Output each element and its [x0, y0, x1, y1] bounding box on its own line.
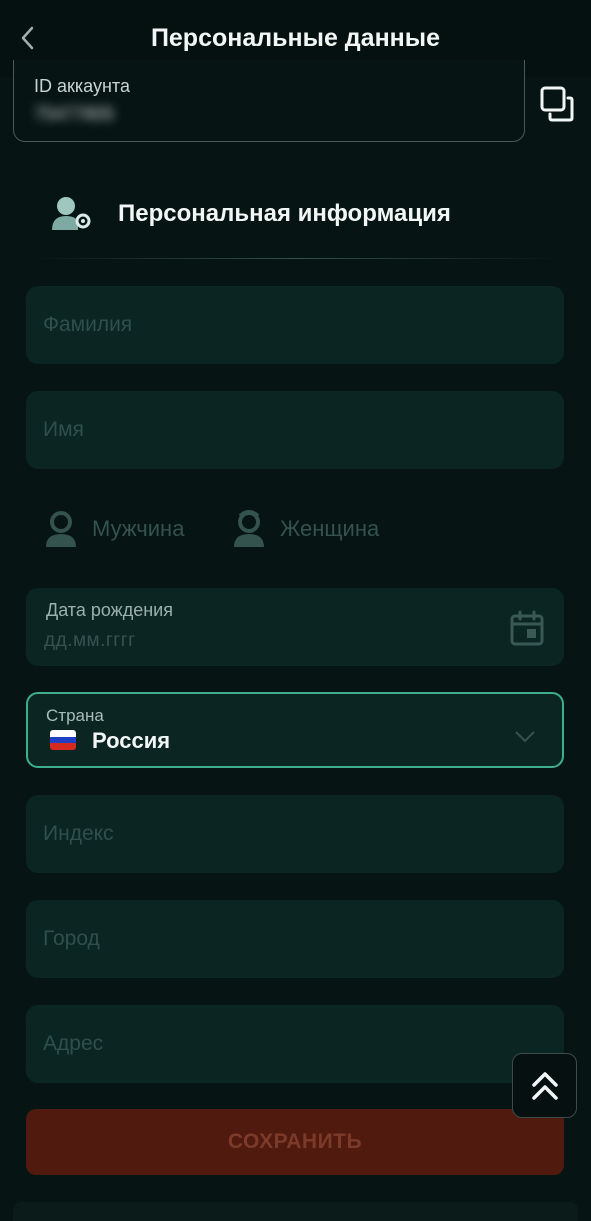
female-user-icon	[234, 510, 264, 547]
account-id-label: ID аккаунта	[34, 76, 130, 96]
page-title: Персональные данные	[150, 24, 441, 52]
account-id-value: 75477805	[34, 104, 115, 124]
city-placeholder: Город	[43, 927, 100, 950]
gender-selector: Мужчина Женщина	[44, 506, 444, 552]
gender-male-option[interactable]: Мужчина	[44, 506, 184, 552]
address-placeholder: Адрес	[43, 1032, 104, 1055]
birth-date-input[interactable]: Дата рождения дд.мм.гггг	[26, 588, 564, 666]
copy-icon	[540, 86, 574, 122]
bottom-panel	[13, 1202, 578, 1221]
surname-placeholder: Фамилия	[43, 313, 133, 336]
copy-button[interactable]	[538, 84, 578, 124]
postcode-input[interactable]: Индекс	[26, 795, 564, 873]
surname-input[interactable]: Фамилия	[26, 286, 564, 364]
city-input[interactable]: Город	[26, 900, 564, 978]
double-chevron-up-icon	[531, 1071, 558, 1100]
section-divider	[26, 258, 566, 259]
gender-female-label: Женщина	[280, 516, 380, 541]
postcode-placeholder: Индекс	[43, 822, 114, 845]
chevron-down-icon	[515, 731, 535, 743]
calendar-icon[interactable]	[510, 610, 544, 646]
name-placeholder: Имя	[43, 418, 84, 441]
gender-male-label: Мужчина	[92, 516, 185, 541]
birth-date-placeholder: дд.мм.гггг	[44, 630, 136, 651]
address-input[interactable]: Адрес	[26, 1005, 564, 1083]
country-select[interactable]: Страна Россия	[26, 692, 564, 768]
save-button[interactable]: СОХРАНИТЬ	[26, 1109, 564, 1175]
account-id-field: ID аккаунта 75477805	[13, 60, 525, 142]
country-value: Россия	[92, 728, 171, 753]
name-input[interactable]: Имя	[26, 391, 564, 469]
country-label: Страна	[46, 706, 104, 725]
personal-info-header: Персональная информация	[0, 190, 591, 240]
russia-flag-icon	[50, 730, 76, 750]
birth-date-label: Дата рождения	[46, 600, 173, 620]
gender-female-option[interactable]: Женщина	[232, 506, 379, 552]
scroll-to-top-button[interactable]	[512, 1053, 577, 1118]
section-title: Персональная информация	[118, 200, 451, 227]
male-user-icon	[46, 511, 76, 547]
user-settings-icon	[52, 197, 91, 230]
